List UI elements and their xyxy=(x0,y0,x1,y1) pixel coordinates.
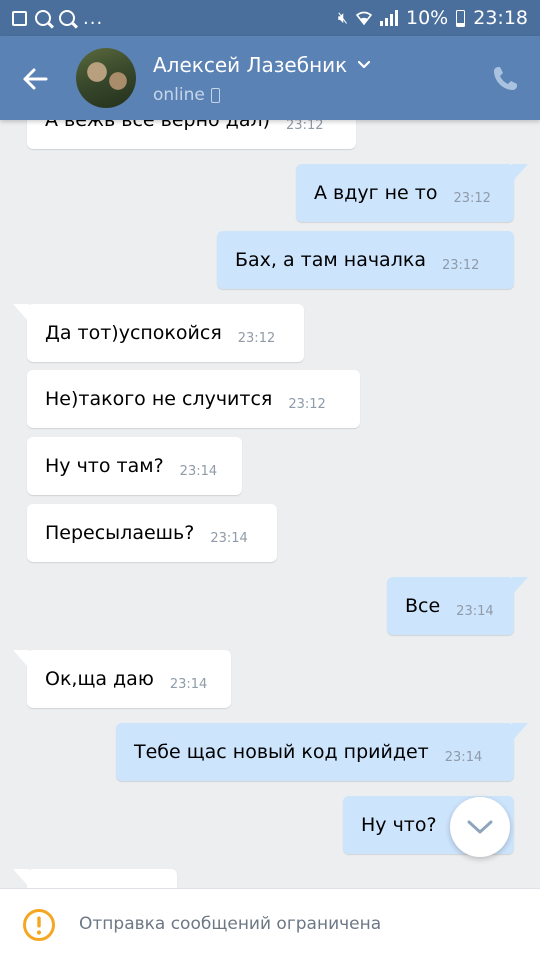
message-time: 23:14 xyxy=(456,603,494,619)
message-text: А вдуг не то xyxy=(314,182,438,204)
bubble-tail xyxy=(512,723,528,741)
message-incoming[interactable]: А вежь все верно дал) 23:12 xyxy=(27,120,356,149)
avatar[interactable] xyxy=(76,48,136,108)
clock: 23:18 xyxy=(473,7,528,29)
status-indicators: 🔇︎ 10% 23:18 xyxy=(338,7,528,29)
message-incoming[interactable]: Да тот)успокойся 23:12 xyxy=(13,304,304,362)
message-text: Тебе щас новый код прийдет xyxy=(134,741,429,763)
battery-percent: 10% xyxy=(406,7,449,29)
message-time: 23:14 xyxy=(444,749,483,765)
message-time: 23:12 xyxy=(453,190,491,206)
message-outgoing[interactable]: Бах, а там началка 23:12 xyxy=(217,231,514,289)
mute-icon: 🔇︎ xyxy=(337,8,348,27)
wifi-icon xyxy=(356,11,372,26)
warning-icon xyxy=(23,909,55,941)
chat-screen: ... 🔇︎ 10% 23:18 Алексей Лазебник online… xyxy=(0,0,540,960)
message-list[interactable]: А вежь все верно дал) 23:12 А вдуг не то… xyxy=(0,120,540,888)
message-time: 23:12 xyxy=(286,120,324,133)
message-outgoing[interactable]: А вдуг не то 23:12 xyxy=(296,164,528,222)
signal-icon xyxy=(380,10,398,26)
message-time: 23:12 xyxy=(441,257,480,273)
chevron-down-icon xyxy=(358,60,371,69)
chat-header: Алексей Лазебник online xyxy=(0,36,540,120)
message-text: Ок,ща даю xyxy=(45,668,154,690)
notice-text: Отправка сообщений ограничена xyxy=(79,914,382,934)
phone-icon[interactable] xyxy=(490,64,520,94)
message-time: 23:14 xyxy=(179,463,218,479)
message-incoming[interactable]: Ок,ща даю 23:14 xyxy=(13,650,231,708)
battery-icon xyxy=(456,9,466,27)
arrow-left-icon[interactable] xyxy=(18,62,52,96)
message-text: Бах, а там началка xyxy=(235,249,426,271)
mobile-phone-icon xyxy=(210,87,220,103)
message-text: Пересылаешь? xyxy=(45,522,195,544)
message-text: Да тот)успокойся xyxy=(45,322,222,344)
message-time: 23:14 xyxy=(210,530,248,546)
message-incoming[interactable]: Пересылаешь? 23:14 xyxy=(27,504,277,562)
contact-status: online xyxy=(153,85,220,105)
message-text: Ну что там? xyxy=(45,455,164,477)
scroll-down-button[interactable] xyxy=(450,797,510,857)
status-notifications: ... xyxy=(12,8,103,29)
bubble-tail xyxy=(512,164,528,182)
online-status: online xyxy=(153,85,205,105)
message-outgoing[interactable]: Тебе щас новый код прийдет 23:14 xyxy=(116,723,528,781)
message-incoming[interactable]: Ну что там? 23:14 xyxy=(27,437,242,495)
message-time: 23:12 xyxy=(288,396,326,412)
messaging-restricted-bar: Отправка сообщений ограничена xyxy=(0,888,540,960)
bubble-tail xyxy=(512,577,528,595)
message-time: 23:12 xyxy=(237,330,276,346)
status-bar: ... 🔇︎ 10% 23:18 xyxy=(0,0,540,36)
message-text: Ну что? xyxy=(361,814,437,836)
gallery-notification-icon xyxy=(12,10,27,26)
message-text: А вежь все верно дал) xyxy=(45,120,271,131)
bubble-tail xyxy=(13,869,29,887)
bubble-tail xyxy=(13,650,29,668)
message-text: Все xyxy=(405,595,441,617)
search-notification-icon-2 xyxy=(59,10,75,26)
chevron-down-icon xyxy=(467,820,493,834)
bubble-tail xyxy=(13,304,29,322)
message-text: Не)такого не случится xyxy=(45,388,273,410)
contact-name-dropdown[interactable]: Алексей Лазебник xyxy=(153,53,371,77)
contact-name: Алексей Лазебник xyxy=(153,53,348,77)
message-incoming[interactable] xyxy=(13,869,177,888)
message-incoming[interactable]: Не)такого не случится 23:12 xyxy=(27,370,360,428)
more-notifications-indicator: ... xyxy=(83,7,104,29)
message-outgoing[interactable]: Все 23:14 xyxy=(387,577,528,635)
search-notification-icon xyxy=(35,10,51,26)
message-time: 23:14 xyxy=(169,676,208,692)
